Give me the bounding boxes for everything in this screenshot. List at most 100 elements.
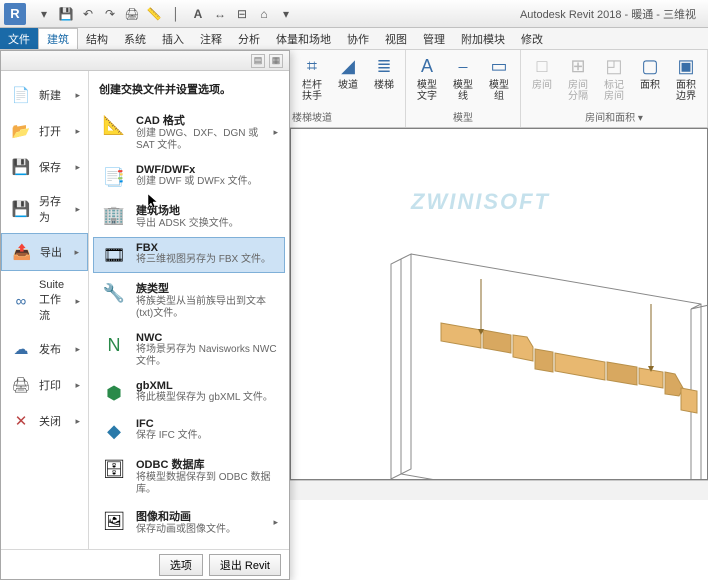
ribbon-icon: ▢ <box>638 54 662 78</box>
ribbon-icon: A <box>415 54 439 78</box>
window-title: Autodesk Revit 2018 - 暖通 - 三维视 <box>520 6 696 22</box>
qat-open-icon[interactable]: ▾ <box>36 6 52 22</box>
menu-tab-5[interactable]: 注释 <box>192 28 230 49</box>
ribbon-btn-2-0: □房间 <box>525 52 559 93</box>
ribbon-btn-2-2: ◰标记 房间 <box>597 52 631 104</box>
menu-tab-7[interactable]: 体量和场地 <box>268 28 339 49</box>
file-menu-footer: 选项 退出 Revit <box>1 549 289 579</box>
ribbon-icon: ⎯ <box>451 54 475 78</box>
app-logo[interactable]: R <box>4 3 26 25</box>
exit-revit-button[interactable]: 退出 Revit <box>209 554 281 576</box>
qat-sep-icon: │ <box>168 6 184 22</box>
export-desc: 创建 DWG、DXF、DGN 或 SAT 文件。 <box>136 128 265 152</box>
export-text: 建筑场地导出 ADSK 交换文件。 <box>136 202 278 230</box>
export-item-6[interactable]: ⬢gbXML将此模型保存为 gbXML 文件。 <box>93 375 285 411</box>
export-text: DWF/DWFx创建 DWF 或 DWFx 文件。 <box>136 164 278 188</box>
qat-section-icon[interactable]: ⊟ <box>234 6 250 22</box>
menu-tab-1[interactable]: 建筑 <box>38 28 78 49</box>
menu-tab-6[interactable]: 分析 <box>230 28 268 49</box>
menu-tab-11[interactable]: 附加模块 <box>453 28 513 49</box>
3d-viewport[interactable]: ZWINISOFT <box>290 128 708 480</box>
qat-redo-icon[interactable]: ↷ <box>102 6 118 22</box>
export-icon: 📐 <box>100 112 128 138</box>
file-menu-item-6[interactable]: ☁发布▸ <box>1 331 88 367</box>
file-item-label: 另存为 <box>39 193 69 225</box>
file-menu-body: 📄新建▸📂打开▸💾保存▸💾另存为▸📤导出▸∞Suite 工作流▸☁发布▸🖨打印▸… <box>1 71 289 549</box>
export-text: 族类型将族类型从当前族导出到文本(txt)文件。 <box>136 280 278 320</box>
ribbon-btn-2-4[interactable]: ▣面积 边界 <box>669 52 703 104</box>
export-text: CAD 格式创建 DWG、DXF、DGN 或 SAT 文件。 <box>136 112 265 152</box>
qat-measure-icon[interactable]: 📏 <box>146 6 162 22</box>
ribbon-caption: 模型 <box>410 108 516 125</box>
file-menu-item-7[interactable]: 🖨打印▸ <box>1 367 88 403</box>
menu-tab-0[interactable]: 文件 <box>0 28 38 49</box>
ribbon-group-2: □房间⊞房间 分隔◰标记 房间▢面积▣面积 边界房间和面积 ▾ <box>521 50 708 127</box>
export-item-0[interactable]: 📐CAD 格式创建 DWG、DXF、DGN 或 SAT 文件。▸ <box>93 107 285 157</box>
export-item-5[interactable]: NNWC将场景另存为 Navisworks NWC 文件。 <box>93 327 285 373</box>
recent-places-icon[interactable]: ▦ <box>269 54 283 68</box>
ribbon-btn-0-2[interactable]: ⌗栏杆扶手 <box>295 52 329 104</box>
ribbon-btn-1-2[interactable]: ▭模型 组 <box>482 52 516 104</box>
export-item-1[interactable]: 📑DWF/DWFx创建 DWF 或 DWFx 文件。 <box>93 159 285 195</box>
export-icon: 🔧 <box>100 280 128 306</box>
export-desc: 导出 ADSK 交换文件。 <box>136 218 278 230</box>
ribbon-btn-1-0[interactable]: A模型 文字 <box>410 52 444 104</box>
export-text: ODBC 数据库将模型数据保存到 ODBC 数据库。 <box>136 456 278 496</box>
ribbon-btn-0-3[interactable]: ◢坡道 <box>331 52 365 93</box>
export-desc: 将模型数据保存到 ODBC 数据库。 <box>136 472 278 496</box>
export-title: gbXML <box>136 380 278 392</box>
export-title: NWC <box>136 332 278 344</box>
qat-undo-icon[interactable]: ↶ <box>80 6 96 22</box>
export-item-3[interactable]: 🎞FBX将三维视图另存为 FBX 文件。 <box>93 237 285 273</box>
file-menu-header: ▤ ▦ <box>1 51 289 71</box>
file-menu-item-0[interactable]: 📄新建▸ <box>1 77 88 113</box>
qat-dim-icon[interactable]: ↔ <box>212 6 228 22</box>
ribbon-icon: ▭ <box>487 54 511 78</box>
ribbon-label: 楼梯 <box>374 80 394 91</box>
ribbon-label: 房间 <box>532 80 552 91</box>
qat-3d-icon[interactable]: ⌂ <box>256 6 272 22</box>
qat-more-icon[interactable]: ▾ <box>278 6 294 22</box>
chevron-right-icon: ▸ <box>74 247 79 258</box>
file-menu-item-5[interactable]: ∞Suite 工作流▸ <box>1 271 88 331</box>
recent-docs-icon[interactable]: ▤ <box>251 54 265 68</box>
ribbon-btn-0-4[interactable]: ≣楼梯 <box>367 52 401 93</box>
chevron-right-icon: ▸ <box>75 162 80 173</box>
file-menu-item-3[interactable]: 💾另存为▸ <box>1 185 88 233</box>
qat-text-icon[interactable]: A <box>190 6 206 22</box>
model-canvas <box>291 129 707 479</box>
export-item-2[interactable]: 🏢建筑场地导出 ADSK 交换文件。 <box>93 197 285 235</box>
ductwork <box>441 279 697 413</box>
file-menu-item-2[interactable]: 💾保存▸ <box>1 149 88 185</box>
menu-tab-12[interactable]: 修改 <box>513 28 551 49</box>
export-text: FBX将三维视图另存为 FBX 文件。 <box>136 242 278 266</box>
qat-save-icon[interactable]: 💾 <box>58 6 74 22</box>
file-menu-item-8[interactable]: ✕关闭▸ <box>1 403 88 439</box>
chevron-right-icon: ▸ <box>75 126 80 137</box>
ribbon-btn-2-3[interactable]: ▢面积 <box>633 52 667 93</box>
export-item-7[interactable]: ◆ IFC保存 IFC 文件。 <box>93 413 285 449</box>
menu-tab-9[interactable]: 视图 <box>377 28 415 49</box>
export-title: 建筑场地 <box>136 202 278 218</box>
export-item-4[interactable]: 🔧 族类型将族类型从当前族导出到文本(txt)文件。 <box>93 275 285 325</box>
menu-tab-3[interactable]: 系统 <box>116 28 154 49</box>
ribbon-btn-1-1[interactable]: ⎯模型 线 <box>446 52 480 104</box>
chevron-right-icon: ▸ <box>75 416 80 427</box>
file-menu-item-4[interactable]: 📤导出▸ <box>1 233 88 271</box>
menu-tab-4[interactable]: 插入 <box>154 28 192 49</box>
menu-tab-10[interactable]: 管理 <box>415 28 453 49</box>
ribbon-label: 房间 分隔 <box>565 80 591 102</box>
file-menu-panel: 创建交换文件并设置选项。 📐CAD 格式创建 DWG、DXF、DGN 或 SAT… <box>89 71 289 549</box>
export-item-9[interactable]: 🖼图像和动画保存动画或图像文件。▸ <box>93 503 285 541</box>
options-button[interactable]: 选项 <box>159 554 203 576</box>
ribbon-label: 模型 组 <box>486 80 512 102</box>
export-text: IFC保存 IFC 文件。 <box>136 418 278 442</box>
export-icon: ◆ <box>100 418 128 444</box>
file-menu-item-1[interactable]: 📂打开▸ <box>1 113 88 149</box>
qat-print-icon[interactable]: 🖨 <box>124 6 140 22</box>
export-item-8[interactable]: 🗄ODBC 数据库将模型数据保存到 ODBC 数据库。 <box>93 451 285 501</box>
menu-tab-8[interactable]: 协作 <box>339 28 377 49</box>
file-menu-sidebar: 📄新建▸📂打开▸💾保存▸💾另存为▸📤导出▸∞Suite 工作流▸☁发布▸🖨打印▸… <box>1 71 89 549</box>
ribbon-group-1: A模型 文字⎯模型 线▭模型 组模型 <box>406 50 521 127</box>
menu-tab-2[interactable]: 结构 <box>78 28 116 49</box>
